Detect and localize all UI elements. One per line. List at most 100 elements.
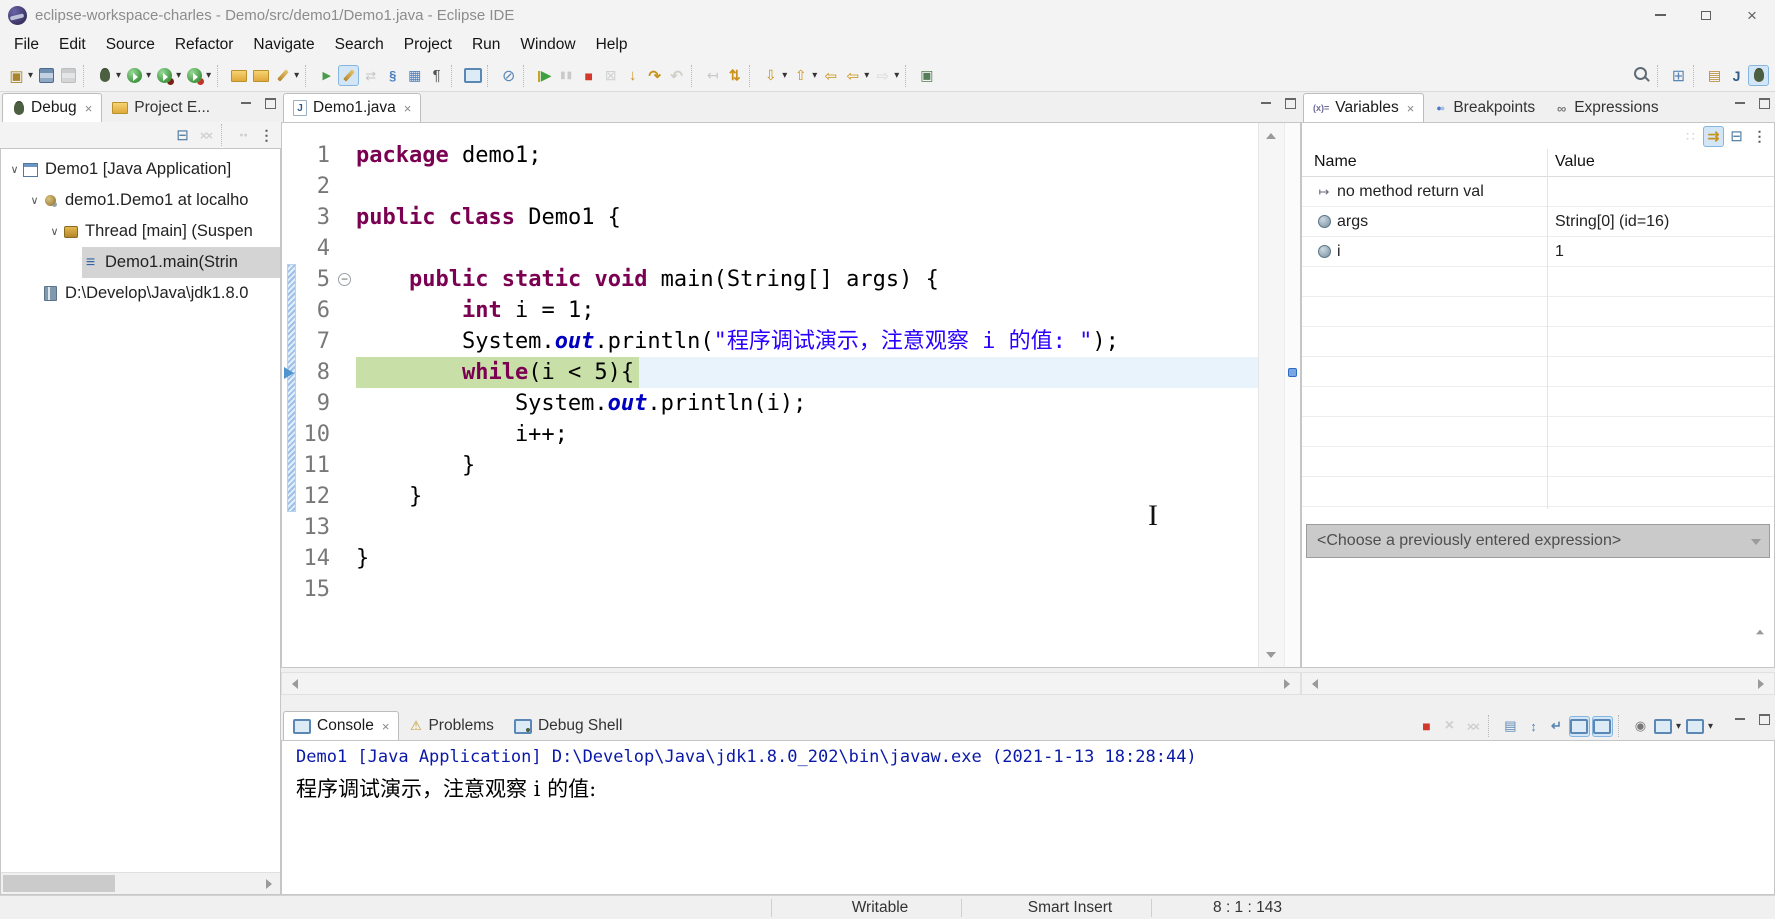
step-over-icon[interactable] [644, 65, 665, 86]
open-task-icon[interactable] [228, 65, 249, 86]
coverage-icon[interactable] [154, 65, 175, 86]
run-icon[interactable] [124, 65, 145, 86]
tree-item-demo1-demo1-at-localho[interactable]: ∨ demo1.Demo1 at localho [1, 185, 280, 216]
debug-icon[interactable] [94, 65, 115, 86]
scrollbar-thumb[interactable] [3, 875, 115, 892]
minimize-view-button[interactable] [1258, 96, 1274, 110]
use-step-filters-icon[interactable] [724, 65, 745, 86]
open-perspective-icon[interactable] [1668, 65, 1689, 86]
variable-row-i[interactable]: i1 [1302, 237, 1774, 267]
dropdown-arrow-icon[interactable]: ▾ [782, 70, 787, 81]
view-menu-icon[interactable] [256, 125, 277, 146]
maximize-view-button[interactable] [1282, 96, 1298, 110]
display-selected-console-icon[interactable] [1653, 716, 1674, 737]
dropdown-arrow-icon[interactable]: ▾ [894, 70, 899, 81]
twisty-expanded-icon[interactable]: ∨ [47, 225, 62, 238]
variables-hscrollbar[interactable] [1301, 672, 1775, 695]
menu-help[interactable]: Help [586, 32, 638, 58]
menu-search[interactable]: Search [325, 32, 394, 58]
previous-annotation-icon[interactable] [790, 65, 811, 86]
debug-tree-hscrollbar[interactable] [1, 872, 280, 894]
maximize-button[interactable] [1683, 0, 1729, 30]
perspective-java-ee-icon[interactable] [1704, 65, 1725, 86]
editor-vscrollbar[interactable] [1258, 123, 1284, 667]
save-icon[interactable] [36, 65, 57, 86]
perspective-java-icon[interactable] [1726, 65, 1747, 86]
detail-pane[interactable] [1303, 559, 1773, 667]
show-whitespace-icon[interactable] [426, 65, 447, 86]
back-icon[interactable] [842, 65, 863, 86]
show-logical-structures-icon[interactable] [1703, 125, 1724, 147]
clear-console-icon[interactable] [1500, 716, 1521, 737]
search-icon[interactable] [1632, 65, 1653, 86]
code-editor[interactable]: 1 package demo1; 2 3 public class Demo1 {4 5−… [281, 122, 1301, 668]
dropdown-arrow-icon[interactable]: ▾ [864, 70, 869, 81]
maximize-view-button[interactable] [1756, 712, 1772, 726]
dropdown-arrow-icon[interactable]: ▾ [146, 70, 151, 81]
editor-hscrollbar[interactable] [281, 672, 1301, 695]
minimize-view-button[interactable] [1732, 712, 1748, 726]
show-stdout-icon[interactable] [1568, 715, 1590, 737]
highlight-pen-icon[interactable] [272, 65, 293, 86]
terminate-console-icon[interactable] [1416, 716, 1437, 737]
scroll-lock-icon[interactable] [1523, 716, 1544, 737]
block-selection-icon[interactable] [404, 65, 425, 86]
mark-occurrences-icon[interactable] [338, 65, 360, 86]
new-wizard-icon[interactable] [6, 65, 27, 86]
variable-row-no-method-return-val[interactable]: no method return val [1302, 177, 1774, 207]
twisty-expanded-icon[interactable]: ∨ [7, 163, 22, 176]
scroll-down-button[interactable] [1260, 644, 1282, 665]
menu-window[interactable]: Window [510, 32, 585, 58]
maximize-view-button[interactable] [262, 96, 278, 110]
scroll-left-button[interactable] [1304, 673, 1326, 694]
resume-icon[interactable] [534, 65, 555, 86]
maximize-view-button[interactable] [1756, 96, 1772, 110]
column-divider[interactable] [1547, 149, 1548, 509]
pin-editor-icon[interactable] [916, 65, 937, 86]
dropdown-arrow-icon[interactable]: ▾ [28, 70, 33, 81]
tree-item-d-develop-java-jdk1-8-0[interactable]: D:\Develop\Java\jdk1.8.0 [1, 278, 280, 309]
tab-breakpoints[interactable]: Breakpoints [1424, 93, 1545, 122]
menu-project[interactable]: Project [394, 32, 462, 58]
close-tab-icon[interactable]: × [382, 719, 390, 734]
close-button[interactable]: × [1729, 0, 1775, 30]
dropdown-arrow-icon[interactable]: ▾ [812, 70, 817, 81]
menu-run[interactable]: Run [462, 32, 510, 58]
expression-combo[interactable]: <Choose a previously entered expression> [1306, 524, 1770, 558]
collapse-fold-icon[interactable]: − [338, 273, 351, 286]
console-output[interactable]: Demo1 [Java Application] D:\Develop\Java… [281, 740, 1775, 895]
tab-debug[interactable]: Debug × [2, 93, 103, 122]
editor-overview-ruler[interactable] [1284, 123, 1300, 667]
step-into-icon[interactable] [622, 65, 643, 86]
collapse-all-icon[interactable] [1726, 126, 1747, 147]
menu-source[interactable]: Source [96, 32, 165, 58]
last-edit-location-icon[interactable] [820, 65, 841, 86]
external-tools-icon[interactable] [316, 65, 337, 86]
minimize-button[interactable] [1637, 0, 1683, 30]
view-menu-icon[interactable] [1749, 126, 1770, 147]
tab-problems[interactable]: Problems [399, 711, 503, 740]
current-line-marker[interactable] [1288, 368, 1297, 377]
dropdown-arrow-icon[interactable]: ▾ [1708, 721, 1713, 732]
variable-row-args[interactable]: args String[0] (id=16) [1302, 207, 1774, 237]
profile-icon[interactable] [184, 65, 205, 86]
close-tab-icon[interactable]: × [85, 101, 93, 116]
scroll-right-button[interactable] [1276, 673, 1298, 694]
menu-navigate[interactable]: Navigate [243, 32, 324, 58]
scroll-right-button[interactable] [1750, 673, 1772, 694]
twisty-expanded-icon[interactable]: ∨ [27, 194, 42, 207]
dropdown-arrow-icon[interactable]: ▾ [176, 70, 181, 81]
minimize-view-button[interactable] [1732, 96, 1748, 110]
open-folder-icon[interactable] [250, 65, 271, 86]
menu-file[interactable]: File [4, 32, 49, 58]
menu-refactor[interactable]: Refactor [165, 32, 244, 58]
pin-console-icon[interactable] [1630, 716, 1651, 737]
code-lines[interactable]: 1 package demo1; 2 3 public class Demo1 {4 5−… [282, 140, 1258, 605]
tab-demo1-java[interactable]: Demo1.java × [283, 93, 422, 122]
dropdown-arrow-icon[interactable]: ▾ [294, 70, 299, 81]
next-annotation-icon[interactable] [760, 65, 781, 86]
tree-item-demo1-java-application[interactable]: ∨ Demo1 [Java Application] [1, 154, 280, 185]
menu-edit[interactable]: Edit [49, 32, 96, 58]
skip-all-breakpoints-icon[interactable] [498, 65, 519, 86]
scroll-left-button[interactable] [284, 673, 306, 694]
